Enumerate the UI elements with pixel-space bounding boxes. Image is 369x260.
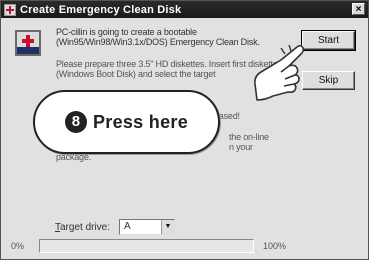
dialog-window: Create Emergency Clean Disk × PC-cillin … [0,0,369,260]
window-title: Create Emergency Clean Disk [20,3,182,16]
press-here-callout: 8 Press here [33,90,220,154]
pointing-hand-icon [254,44,305,101]
partial-text-3: n your [229,142,253,152]
title-bar: Create Emergency Clean Disk × [1,1,368,18]
progress-min-label: 0% [11,241,25,251]
progress-max-label: 100% [263,241,287,251]
target-drive-label: Target drive: [55,222,111,233]
skip-button[interactable]: Skip [302,71,355,90]
step-number-badge: 8 [64,111,87,133]
app-logo-icon [15,30,41,56]
target-drive-value: A [124,221,131,232]
start-button[interactable]: Start [301,30,356,51]
close-button[interactable]: × [352,3,365,15]
pccillin-cross-icon [4,3,16,16]
partial-text-2: the on-line [229,132,269,142]
target-drive-select[interactable]: A ▼ [119,219,175,235]
dropdown-arrow-icon[interactable]: ▼ [161,220,174,234]
progress-bar [39,239,254,253]
callout-text: Press here [92,111,189,132]
